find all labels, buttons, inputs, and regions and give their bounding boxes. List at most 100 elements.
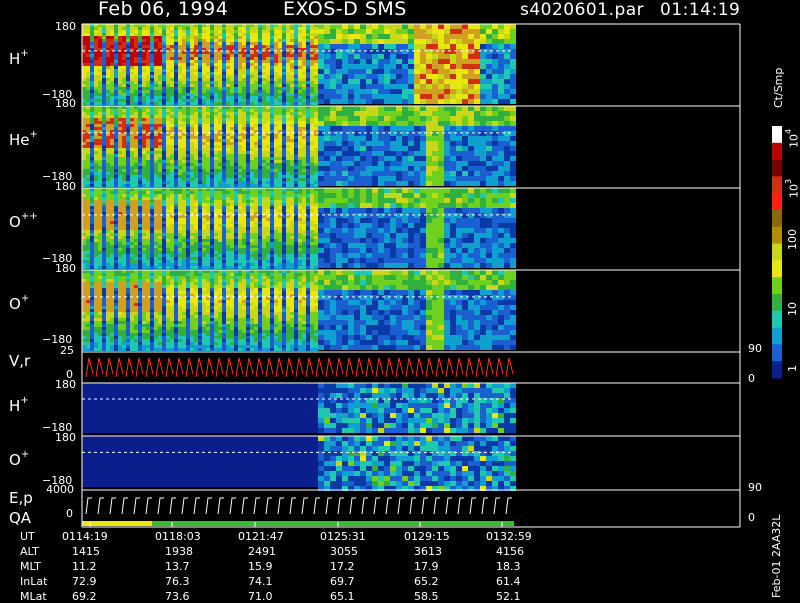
spectrogram-cell [226,102,230,105]
spectrogram-cell [106,224,110,227]
spectrogram-cell [310,172,314,175]
spectrogram-cell [126,136,130,139]
spectrogram-cell [262,63,266,66]
spectrogram-cell [444,131,450,136]
spectrogram-cell [274,181,278,184]
spectrogram-cell [450,64,456,69]
spectrogram-cell [82,254,86,257]
spectrogram-cell [336,64,342,69]
spectrogram-cell [214,84,218,87]
spectrogram-cell [480,69,486,74]
spectrogram-cell [94,239,98,242]
spectrogram-cell [122,54,126,57]
spectrogram-cell [82,102,86,105]
spectrogram-cell [414,49,420,54]
spectrogram-cell [182,209,186,212]
spectrogram-cell [130,172,134,175]
spectrogram-cell [198,145,202,148]
spectrogram-cell [130,151,134,154]
spectrogram-cell [174,209,178,212]
spectrogram-cell [198,127,202,130]
spectrogram-cell [126,194,130,197]
spectrogram-cell [210,45,214,48]
spectrogram-cell [234,169,238,172]
spectrogram-cell [146,96,150,99]
spectrogram-cell [226,121,230,124]
spectrogram-cell [290,60,294,63]
spectrogram-cell [122,139,126,142]
spectrogram-cell [360,141,366,146]
spectrogram-cell [396,156,402,161]
spectrogram-cell [142,169,146,172]
spectrogram-cell [142,151,146,154]
spectrogram-cell [174,109,178,112]
spectrogram-cell [286,87,290,90]
spectrogram-cell [98,118,102,121]
spectrogram-cell [366,151,372,156]
spectrogram-cell [190,172,194,175]
spectrogram-cell [480,151,486,156]
spectrogram-cell [314,109,318,112]
spectrogram-cell [186,115,190,118]
spectrogram-cell [174,39,178,42]
spectrogram-cell [138,69,142,72]
spectrogram-cell [278,42,282,45]
spectrogram-cell [414,79,420,84]
spectrogram-cell [278,84,282,87]
spectrogram-cell [438,59,444,64]
spectrogram-cell [314,145,318,148]
spectrogram-cell [210,51,214,54]
spectrogram-cell [118,206,122,209]
spectrogram-cell [110,27,114,30]
spectrogram-cell [94,54,98,57]
spectrogram-cell [294,45,298,48]
spectrogram-cell [166,69,170,72]
spectrogram-cell [134,93,138,96]
spectrogram-cell [170,236,174,239]
spectrogram-cell [162,121,166,124]
spectrogram-cell [126,127,130,130]
spectrogram-cell [318,39,324,44]
spectrogram-cell [372,146,378,151]
spectrogram-cell [294,127,298,130]
spectrogram-cell [194,151,198,154]
spectrogram-cell [480,79,486,84]
spectrogram-cell [182,257,186,260]
spectrogram-cell [270,178,274,181]
spectrogram-cell [468,24,474,29]
spectrogram-cell [306,160,310,163]
spectrogram-cell [190,160,194,163]
spectrogram-cell [274,60,278,63]
spectrogram-cell [142,36,146,39]
spectrogram-cell [190,60,194,63]
spectrogram-cell [182,197,186,200]
spectrogram-cell [98,63,102,66]
spectrogram-cell [194,115,198,118]
spectrogram-cell [336,171,342,176]
spectrogram-cell [492,94,498,99]
spectrogram-cell [218,78,222,81]
spectrogram-cell [310,45,314,48]
spectrogram-cell [266,69,270,72]
spectrogram-cell [318,121,324,126]
spectrogram-cell [348,94,354,99]
spectrogram-cell [118,236,122,239]
spectrogram-cell [110,236,114,239]
spectrogram-cell [462,161,468,166]
spectrogram-cell [450,176,456,181]
spectrogram-cell [330,161,336,166]
spectrogram-cell [198,87,202,90]
spectrogram-cell [86,151,90,154]
spectrogram-cell [302,142,306,145]
spectrogram-cell [336,156,342,161]
spectrogram-cell [468,99,474,104]
spectrogram-cell [214,33,218,36]
spectrogram-cell [114,181,118,184]
spectrogram-cell [282,42,286,45]
spectrogram-cell [186,266,190,269]
spectrogram-cell [444,44,450,49]
spectrogram-cell [286,63,290,66]
spectrogram-cell [306,148,310,151]
spectrogram-cell [102,139,106,142]
spectrogram-cell [174,248,178,251]
